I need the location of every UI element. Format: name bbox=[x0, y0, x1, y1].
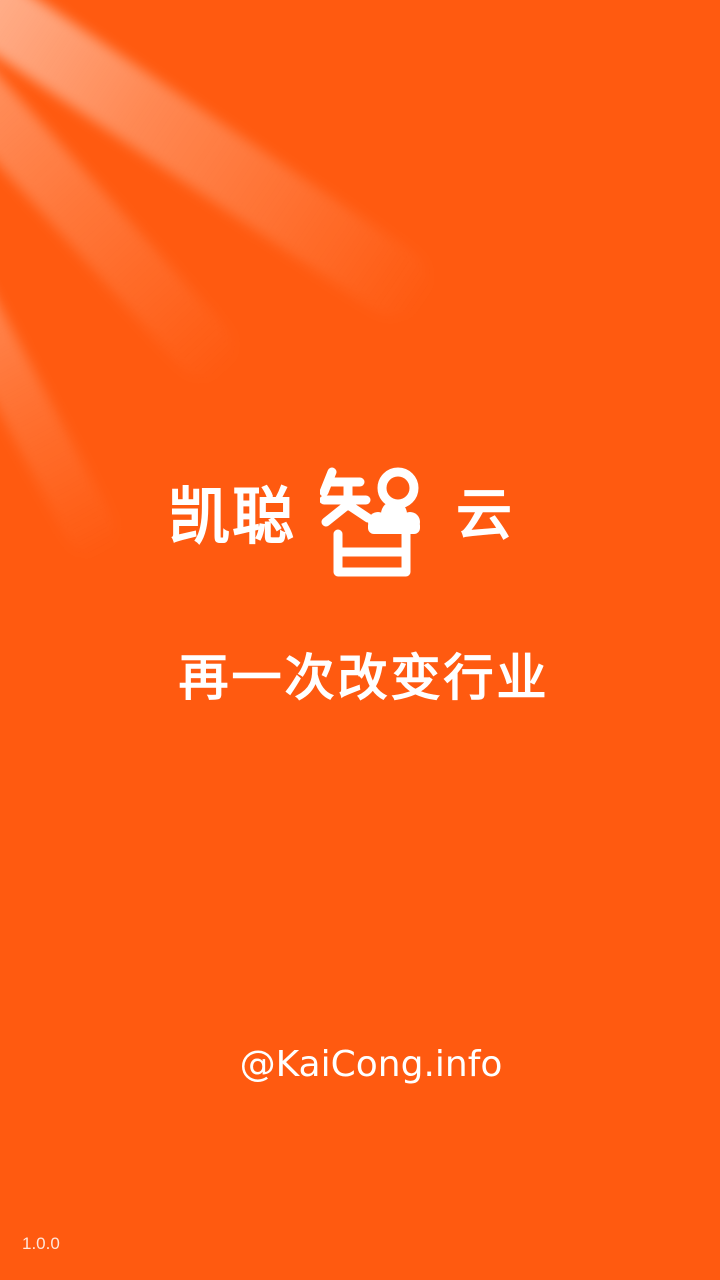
version-label: 1.0.0 bbox=[22, 1234, 60, 1253]
website-link[interactable]: @KaiCong.info bbox=[0, 1040, 720, 1090]
splash-screen: 凯聪 云 再一次改变行业 @KaiCong.info 1.0.0 bbox=[0, 0, 720, 1280]
light-ray bbox=[0, 250, 125, 565]
brand-logo: 凯聪 云 bbox=[168, 462, 528, 582]
cloud-wisdom-logo-icon bbox=[320, 467, 420, 577]
brand-prefix: 凯聪 bbox=[168, 480, 297, 553]
brand-suffix: 云 bbox=[456, 483, 512, 548]
slogan: 再一次改变行业 bbox=[178, 649, 550, 707]
